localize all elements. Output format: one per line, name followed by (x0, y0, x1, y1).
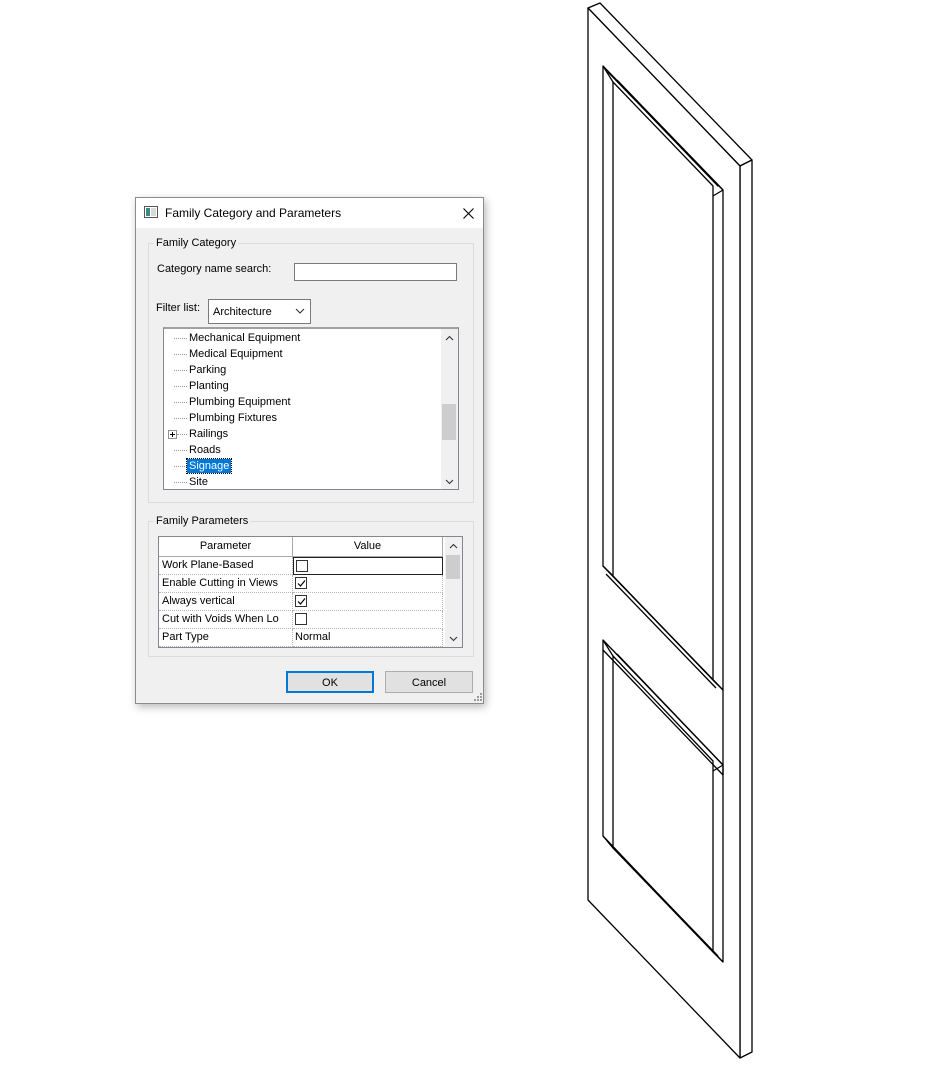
tree-connector (174, 354, 187, 355)
tree-item-label: Plumbing Fixtures (189, 412, 278, 424)
scroll-up-button[interactable] (441, 329, 458, 346)
tree-item-label: Roads (189, 444, 221, 456)
expand-icon[interactable] (168, 430, 177, 439)
param-name: Work Plane-Based (159, 557, 293, 575)
tree-item-selected[interactable]: Signage (164, 458, 440, 474)
table-row[interactable]: Enable Cutting in Views (159, 575, 443, 593)
scroll-thumb[interactable] (442, 404, 456, 440)
checkmark-icon (297, 598, 306, 605)
tree-item-label: Planting (189, 380, 229, 392)
ok-button[interactable]: OK (286, 671, 374, 693)
param-value-cell[interactable] (293, 593, 443, 611)
close-icon (462, 207, 474, 219)
tree-item-railings[interactable]: Railings (164, 426, 440, 442)
category-tree[interactable]: Mechanical Equipment Medical Equipment P… (163, 327, 459, 490)
param-name: Cut with Voids When Lo (159, 611, 293, 629)
param-value-cell[interactable] (293, 575, 443, 593)
tree-item-label: Parking (189, 364, 227, 376)
table-row[interactable]: Work Plane-Based (159, 557, 443, 575)
grid-scrollbar[interactable] (445, 537, 462, 647)
filter-list-label: Filter list: (156, 302, 200, 314)
tree-item-label: Site (189, 476, 208, 488)
param-name: Always vertical (159, 593, 293, 611)
table-row[interactable]: Always vertical (159, 593, 443, 611)
table-row[interactable]: Cut with Voids When Lo (159, 611, 443, 629)
tree-item-label: Plumbing Equipment (189, 396, 291, 408)
category-search-label: Category name search: (157, 263, 272, 275)
param-value-cell[interactable] (293, 557, 443, 575)
dialog-title: Family Category and Parameters (165, 206, 342, 220)
tree-connector (174, 386, 187, 387)
parameters-grid[interactable]: Parameter Value Work Plane-Based Enable … (158, 536, 463, 648)
tree-connector (174, 338, 187, 339)
work-plane-based-checkbox[interactable] (296, 560, 308, 572)
tree-connector (174, 370, 187, 371)
close-button[interactable] (454, 200, 482, 226)
tree-item[interactable]: Parking (164, 362, 440, 378)
scroll-thumb[interactable] (446, 555, 460, 579)
grid-header-value[interactable]: Value (293, 537, 443, 557)
tree-connector (174, 402, 187, 403)
grid-header-parameter[interactable]: Parameter (159, 537, 293, 557)
param-name: Part Type (159, 629, 293, 647)
tree-item-label: Railings (189, 428, 229, 440)
checkmark-icon (297, 580, 306, 587)
chevron-down-icon (295, 308, 305, 314)
family-category-dialog: Family Category and Parameters Family Ca… (135, 197, 484, 704)
param-value-cell[interactable] (293, 611, 443, 629)
scroll-up-button[interactable] (445, 537, 462, 554)
chevron-up-icon (445, 335, 454, 340)
scroll-down-button[interactable] (441, 473, 458, 489)
door-side-edge (739, 159, 753, 1059)
filter-list-value: Architecture (213, 306, 272, 318)
tree-item-label: Signage (185, 458, 233, 474)
tree-item[interactable]: Medical Equipment (164, 346, 440, 362)
table-row[interactable]: Part Type Normal (159, 629, 443, 647)
cut-with-voids-checkbox[interactable] (295, 613, 307, 625)
tree-item-label: Mechanical Equipment (189, 332, 301, 344)
resize-grip-icon[interactable] (473, 692, 483, 702)
tree-connector (174, 482, 187, 483)
tree-item[interactable]: Mechanical Equipment (164, 330, 440, 346)
tree-item[interactable]: Plumbing Equipment (164, 394, 440, 410)
tree-item[interactable]: Roads (164, 442, 440, 458)
chevron-up-icon (449, 543, 458, 548)
enable-cutting-checkbox[interactable] (295, 577, 307, 589)
filter-list-dropdown[interactable]: Architecture (208, 299, 311, 324)
category-search-input[interactable] (294, 263, 457, 281)
tree-item[interactable]: Planting (164, 378, 440, 394)
family-category-group-label: Family Category (154, 237, 239, 249)
window-icon (144, 206, 158, 218)
tree-item-label: Medical Equipment (189, 348, 283, 360)
chevron-down-icon (445, 479, 454, 484)
tree-item[interactable]: Site (164, 474, 440, 489)
family-parameters-group-label: Family Parameters (154, 515, 251, 527)
tree-connector (177, 434, 187, 435)
chevron-down-icon (449, 636, 458, 641)
tree-connector (174, 418, 187, 419)
tree-connector (174, 466, 187, 467)
scroll-down-button[interactable] (445, 630, 462, 647)
cancel-button[interactable]: Cancel (385, 671, 473, 693)
param-name: Enable Cutting in Views (159, 575, 293, 593)
tree-connector (174, 450, 187, 451)
dialog-titlebar[interactable]: Family Category and Parameters (136, 198, 483, 228)
tree-item[interactable]: Plumbing Fixtures (164, 410, 440, 426)
part-type-value[interactable]: Normal (293, 629, 443, 647)
tree-scrollbar[interactable] (441, 329, 458, 489)
always-vertical-checkbox[interactable] (295, 595, 307, 607)
